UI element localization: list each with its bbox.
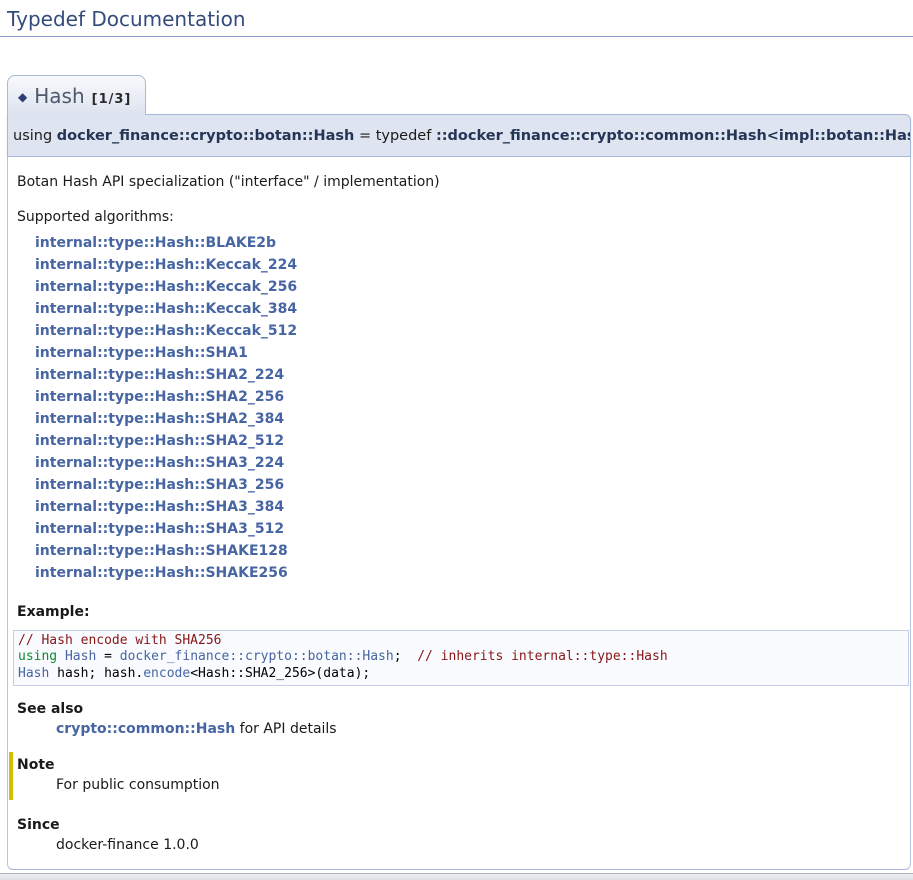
declaration-equals: = typedef <box>354 128 436 144</box>
note-text: For public consumption <box>56 776 900 794</box>
code-token: ; <box>394 649 417 664</box>
typedef-name: docker_finance::crypto::botan::Hash <box>57 128 355 144</box>
code-line: // Hash encode with SHA256 <box>18 633 904 649</box>
see-also-label: See also <box>17 700 900 718</box>
algorithm-link[interactable]: internal::type::Hash::SHA3_512 <box>35 518 900 540</box>
member-name: Hash <box>34 84 84 108</box>
see-also-link[interactable]: crypto::common::Hash <box>56 721 235 737</box>
since-text: docker-finance 1.0.0 <box>56 836 900 854</box>
algorithm-link[interactable]: internal::type::Hash::SHA1 <box>35 342 900 364</box>
member-description: Botan Hash API specialization ("interfac… <box>17 173 900 191</box>
code-link[interactable]: Hash <box>65 649 96 664</box>
algorithm-link[interactable]: internal::type::Hash::SHA3_384 <box>35 496 900 518</box>
code-token: using <box>18 649 65 664</box>
since-label: Since <box>17 816 900 834</box>
algorithm-link[interactable]: internal::type::Hash::SHAKE256 <box>35 562 900 584</box>
algorithm-link[interactable]: internal::type::Hash::BLAKE2b <box>35 232 900 254</box>
since-section: Since docker-finance 1.0.0 <box>17 816 900 854</box>
member-documentation: Botan Hash API specialization ("interfac… <box>7 157 911 870</box>
page-title: Typedef Documentation <box>0 0 913 37</box>
algorithm-list: internal::type::Hash::BLAKE2binternal::t… <box>17 232 900 584</box>
member-declaration: using docker_finance::crypto::botan::Has… <box>7 114 911 157</box>
code-line: using Hash = docker_finance::crypto::bot… <box>18 649 904 665</box>
algorithm-link[interactable]: internal::type::Hash::SHA3_256 <box>35 474 900 496</box>
see-also-text: for API details <box>235 721 336 737</box>
code-token: // inherits internal::type::Hash <box>417 649 667 664</box>
code-link[interactable]: encode <box>143 666 190 681</box>
code-token: hash; hash. <box>49 666 143 681</box>
code-token: = <box>96 649 119 664</box>
algorithm-link[interactable]: internal::type::Hash::SHA2_512 <box>35 430 900 452</box>
algorithm-link[interactable]: internal::type::Hash::Keccak_224 <box>35 254 900 276</box>
member-tab: ◆ Hash [1/3] <box>7 75 146 115</box>
member-item: using docker_finance::crypto::botan::Has… <box>7 114 911 870</box>
algorithm-link[interactable]: internal::type::Hash::SHA2_224 <box>35 364 900 386</box>
note-section: Note For public consumption <box>9 752 900 800</box>
page: Typedef Documentation ◆ Hash [1/3] using d… <box>0 0 913 880</box>
algorithm-link[interactable]: internal::type::Hash::SHAKE128 <box>35 540 900 562</box>
declaration-prefix: using <box>13 128 57 144</box>
algorithm-link[interactable]: internal::type::Hash::Keccak_512 <box>35 320 900 342</box>
member-overload-index: [1/3] <box>92 92 132 107</box>
code-token: <Hash::SHA2_256>(data); <box>190 666 370 681</box>
note-label: Note <box>17 756 900 774</box>
see-also-section: See also crypto::common::Hash for API de… <box>17 700 900 738</box>
algorithm-link[interactable]: internal::type::Hash::SHA3_224 <box>35 452 900 474</box>
code-token: // Hash encode with SHA256 <box>18 633 222 648</box>
algorithm-link[interactable]: internal::type::Hash::SHA2_256 <box>35 386 900 408</box>
algorithms-label: Supported algorithms: <box>17 208 900 226</box>
code-line: Hash hash; hash.encode<Hash::SHA2_256>(d… <box>18 666 904 682</box>
code-link[interactable]: docker_finance::crypto::botan::Hash <box>120 649 394 664</box>
example-code-block: // Hash encode with SHA256using Hash = d… <box>13 630 909 686</box>
permalink-diamond-icon[interactable]: ◆ <box>18 90 27 104</box>
algorithm-link[interactable]: internal::type::Hash::SHA2_384 <box>35 408 900 430</box>
see-also-entry: crypto::common::Hash for API details <box>56 720 900 738</box>
algorithm-link[interactable]: internal::type::Hash::Keccak_384 <box>35 298 900 320</box>
example-section: Example: <box>17 603 900 621</box>
code-link[interactable]: Hash <box>18 666 49 681</box>
footer-divider <box>0 873 913 880</box>
algorithm-link[interactable]: internal::type::Hash::Keccak_256 <box>35 276 900 298</box>
typedef-target: ::docker_finance::crypto::common::Hash<i… <box>436 128 911 144</box>
example-label: Example: <box>17 603 900 621</box>
